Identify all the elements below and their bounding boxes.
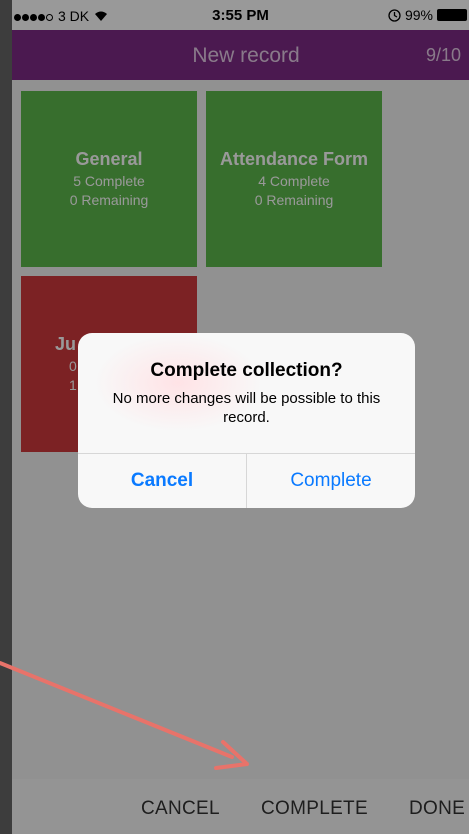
alert-cancel-button[interactable]: Cancel xyxy=(78,454,246,508)
phone-screen: 3 DK 3:55 PM 99% New record 9/10 General xyxy=(12,0,469,834)
alert-complete-button[interactable]: Complete xyxy=(247,454,415,508)
complete-collection-alert: Complete collection? No more changes wil… xyxy=(78,333,415,508)
alert-title: Complete collection? xyxy=(150,360,343,381)
screenshot-frame: 3 DK 3:55 PM 99% New record 9/10 General xyxy=(0,0,469,834)
alert-message: No more changes will be possible to this… xyxy=(112,390,381,426)
